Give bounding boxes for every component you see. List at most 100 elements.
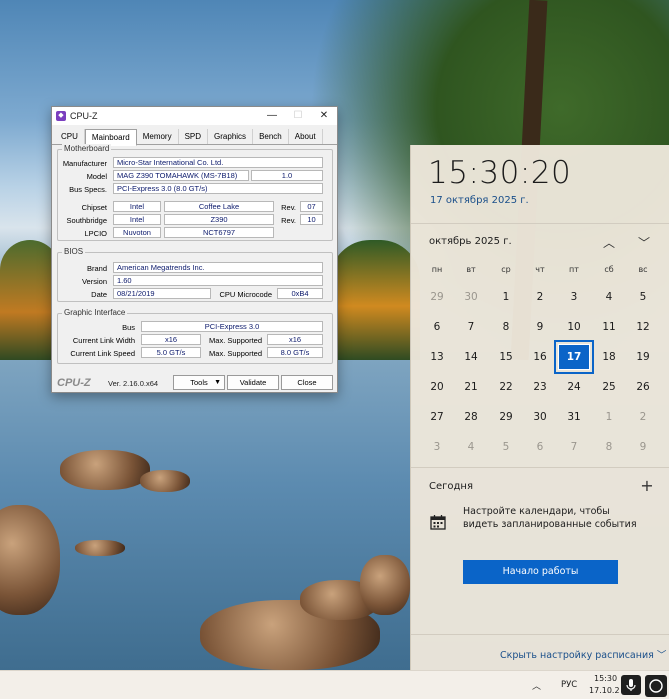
tab-spd[interactable]: SPD [179,129,209,144]
calendar-day-today[interactable]: 17 [554,340,594,374]
calendar-day[interactable]: 6 [421,314,453,340]
divider [411,467,669,468]
notification-center-icon[interactable] [645,675,667,697]
calendar-day[interactable]: 24 [558,374,590,400]
manufacturer-label: Manufacturer [62,159,107,168]
calendar-day[interactable]: 6 [524,434,556,460]
calendar-day[interactable]: 31 [558,404,590,430]
calendar-day[interactable]: 25 [593,374,625,400]
clock-date-link[interactable]: 17 октября 2025 г. [430,195,529,206]
weekday-label: пт [569,265,579,274]
divider [411,634,669,635]
calendar-day[interactable]: 9 [524,314,556,340]
cpuz-titlebar[interactable]: ◆ CPU-Z — ☐ ✕ [52,107,337,125]
get-started-button[interactable]: Начало работы [463,560,618,584]
graphic-bus-value: PCI-Express 3.0 [141,321,323,332]
graphic-bus-label: Bus [122,323,135,332]
cpuz-window: ◆ CPU-Z — ☐ ✕ CPU Mainboard Memory SPD G… [51,106,338,393]
calendar-day[interactable]: 19 [627,344,659,370]
calendar-day[interactable]: 30 [455,284,487,310]
calendar-day[interactable]: 14 [455,344,487,370]
calendar-day[interactable]: 10 [558,314,590,340]
max-supported-width-value: x16 [267,334,323,345]
taskbar-clock-date[interactable]: 17.10.2025 [589,686,619,695]
close-button[interactable]: Close [281,375,333,390]
bus-specs-value: PCI-Express 3.0 (8.0 GT/s) [113,183,323,194]
chipset-vendor-value: Intel [113,201,161,212]
hide-agenda-link[interactable]: Скрыть настройку расписания ﹀ [500,647,666,661]
chevron-down-icon: ▼ [214,379,221,386]
microphone-icon[interactable] [621,675,641,695]
calendar-day[interactable]: 28 [455,404,487,430]
motherboard-group-title: Motherboard [62,144,112,153]
calendar-day[interactable]: 8 [593,434,625,460]
wallpaper-forest-right [330,240,420,360]
lpcio-name-value: NCT6797 [164,227,274,238]
add-event-button[interactable]: + [640,476,654,495]
calendar-day[interactable]: 26 [627,374,659,400]
calendar-day[interactable]: 7 [558,434,590,460]
validate-button[interactable]: Validate [227,375,279,390]
divider [411,223,669,224]
calendar-day[interactable]: 29 [490,404,522,430]
tab-graphics[interactable]: Graphics [208,129,254,144]
calendar-day[interactable]: 16 [524,344,556,370]
calendar-day[interactable]: 8 [490,314,522,340]
taskbar-clock-time[interactable]: 15:30 [594,674,617,683]
calendar-day[interactable]: 11 [593,314,625,340]
tools-button-label: Tools [190,378,208,387]
cpuz-logo-icon: ◆ [56,111,66,121]
calendar-day[interactable]: 23 [524,374,556,400]
calendar-day[interactable]: 4 [455,434,487,460]
maximize-button: ☐ [293,110,303,121]
calendar-day[interactable]: 3 [421,434,453,460]
weekday-label: сб [604,265,614,274]
calendar-day[interactable]: 2 [627,404,659,430]
calendar-day[interactable]: 12 [627,314,659,340]
calendar-month-title[interactable]: октябрь 2025 г. [429,236,512,247]
calendar-day[interactable]: 20 [421,374,453,400]
minimize-button[interactable]: — [259,107,285,125]
calendar-day[interactable]: 30 [524,404,556,430]
bios-date-label: Date [91,290,107,299]
calendar-day[interactable]: 1 [490,284,522,310]
max-supported-speed-label: Max. Supported [209,349,262,358]
weekday-label: ср [501,265,511,274]
manufacturer-value: Micro-Star International Co. Ltd. [113,157,323,168]
tools-button[interactable]: Tools ▼ [173,375,225,390]
calendar-day[interactable]: 7 [455,314,487,340]
calendar-day[interactable]: 22 [490,374,522,400]
agenda-title: Сегодня [429,481,473,492]
calendar-day[interactable]: 4 [593,284,625,310]
model-label: Model [86,172,107,181]
agenda-message: Настройте календари, чтобы видеть заплан… [463,506,637,530]
calendar-day[interactable]: 15 [490,344,522,370]
calendar-day[interactable]: 29 [421,284,453,310]
calendar-day[interactable]: 18 [593,344,625,370]
show-hidden-icons-button[interactable]: ︿ [532,679,541,692]
tab-cpu[interactable]: CPU [55,129,85,144]
calendar-flyout: 15:30:20 17 октября 2025 г. октябрь 2025… [410,145,669,670]
cpu-microcode-label: CPU Microcode [219,290,272,299]
tab-memory[interactable]: Memory [137,129,179,144]
calendar-day[interactable]: 21 [455,374,487,400]
previous-month-icon[interactable]: ︿ [601,234,617,251]
calendar-day[interactable]: 27 [421,404,453,430]
input-language-indicator[interactable]: РУС [561,680,577,690]
calendar-day[interactable]: 5 [627,284,659,310]
calendar-day[interactable]: 2 [524,284,556,310]
calendar-day[interactable]: 5 [490,434,522,460]
calendar-day[interactable]: 1 [593,404,625,430]
calendar-day[interactable]: 9 [627,434,659,460]
tab-about[interactable]: About [289,129,323,144]
current-link-speed-label: Current Link Speed [70,349,135,358]
bios-brand-label: Brand [86,264,107,273]
cpuz-tab-bar: CPU Mainboard Memory SPD Graphics Bench … [52,125,337,146]
close-window-button[interactable]: ✕ [311,107,337,125]
calendar-day[interactable]: 13 [421,344,453,370]
chipset-name-value: Coffee Lake [164,201,274,212]
next-month-icon[interactable]: ﹀ [636,234,652,251]
tab-bench[interactable]: Bench [253,129,289,144]
chipset-rev-label: Rev. [281,203,296,212]
calendar-day[interactable]: 3 [558,284,590,310]
